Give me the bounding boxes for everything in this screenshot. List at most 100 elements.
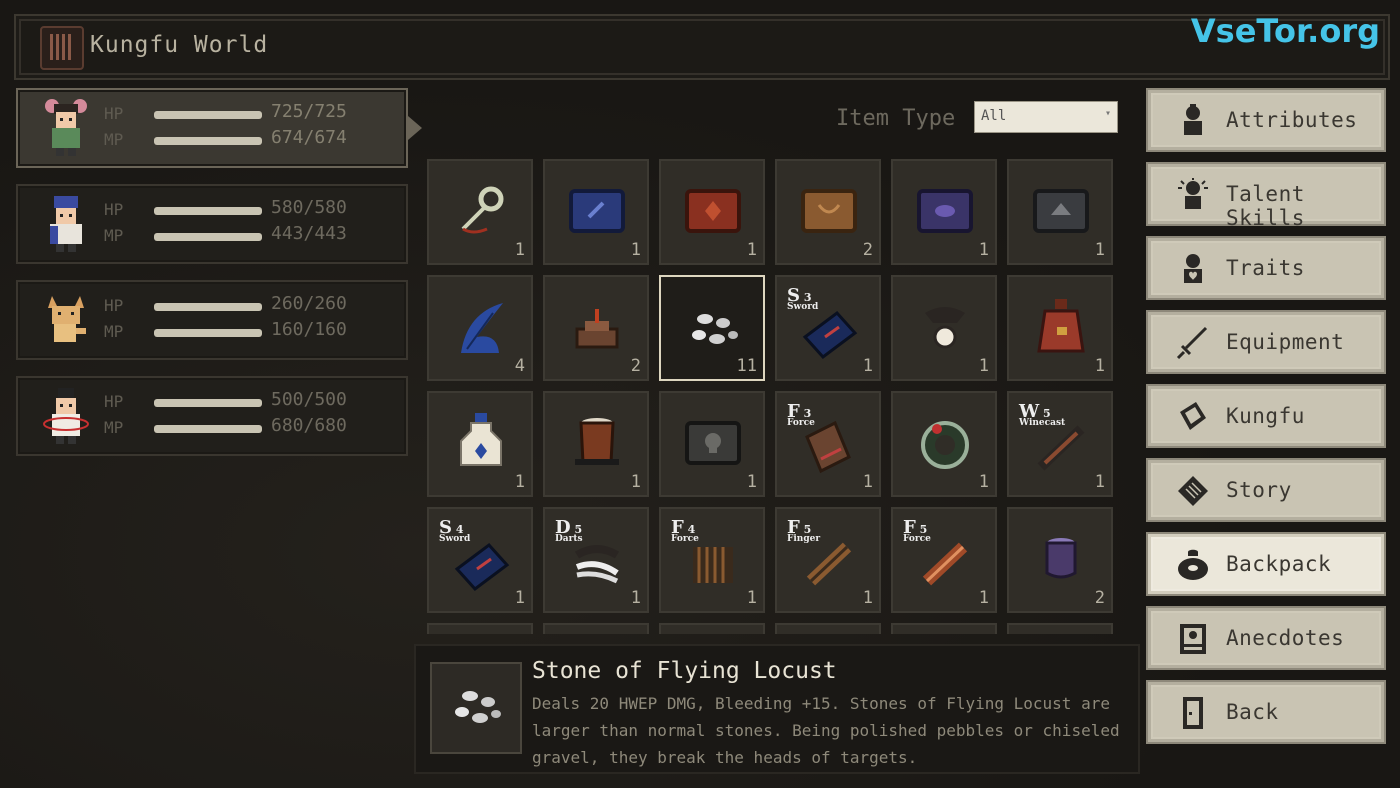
skill-tag: F 5 Finger (787, 517, 820, 544)
item-count: 2 (862, 240, 873, 260)
blue-feather-icon (461, 303, 503, 353)
inventory-slot[interactable]: 2 (775, 159, 881, 265)
hp-bar (154, 303, 262, 311)
inventory-slot[interactable] (543, 623, 649, 634)
item-count: 1 (746, 588, 757, 608)
hp-label: HP (104, 104, 124, 123)
inventory-slot[interactable]: 2 (1007, 507, 1113, 613)
blue-manual-icon (569, 189, 625, 233)
inventory-slot[interactable] (427, 623, 533, 634)
page-title: Kungfu World (90, 32, 269, 58)
inventory-grid: 1 1 1 2 1 1 4 2 11 S 3 Sword 1 1 1 1 1 1 F 3 Force 1 1 W 5 Win… (426, 158, 1116, 634)
item-count: 4 (514, 356, 525, 376)
party-member[interactable]: HP MP 580/580 443/443 (16, 184, 408, 264)
hp-value: 260/260 (271, 293, 347, 314)
inventory-slot[interactable]: 1 (543, 391, 649, 497)
mp-bar (154, 425, 262, 433)
inventory-slot[interactable]: 1 (1007, 275, 1113, 381)
inventory-slot[interactable]: F 5 Force 1 (891, 507, 997, 613)
item-count: 1 (630, 588, 641, 608)
tag-text: Darts (555, 534, 583, 544)
character-portrait-icon (45, 99, 87, 156)
inventory-slot[interactable]: F 3 Force 1 (775, 391, 881, 497)
party-member[interactable]: HP MP 725/725 674/674 (16, 88, 422, 168)
inventory-slot[interactable]: 1 (891, 391, 997, 497)
hp-value: 580/580 (271, 197, 347, 218)
menu-button-equipment[interactable]: Equipment (1146, 310, 1386, 374)
inventory-slot[interactable]: 1 (543, 159, 649, 265)
menu-button-anecdotes[interactable]: Anecdotes (1146, 606, 1386, 670)
item-count: 2 (1094, 588, 1105, 608)
rope-dart-icon (461, 186, 504, 234)
item-count: 1 (514, 472, 525, 492)
hp-value: 725/725 (271, 101, 347, 122)
party-member[interactable]: HP MP 500/500 680/680 (16, 376, 408, 456)
menu-button-backpack[interactable]: Backpack (1146, 532, 1386, 596)
menu-button-story[interactable]: Story (1146, 458, 1386, 522)
item-count: 1 (862, 356, 873, 376)
inventory-slot[interactable]: 1 (891, 159, 997, 265)
inventory-slot[interactable]: 1 (427, 159, 533, 265)
item-count: 1 (746, 472, 757, 492)
menu-button-attributes[interactable]: Attributes (1146, 88, 1386, 152)
item-count: 2 (630, 356, 641, 376)
inventory-slot[interactable]: 1 (427, 391, 533, 497)
mp-label: MP (104, 226, 124, 245)
talent-icon (1178, 178, 1208, 209)
menu-button-talent-skills[interactable]: Talent Skills (1146, 162, 1386, 230)
menu-label: Kungfu (1226, 404, 1305, 428)
incense-burner-icon (575, 309, 619, 349)
item-count: 1 (978, 588, 989, 608)
menu-button-back[interactable]: Back (1146, 680, 1386, 744)
item-count: 1 (1094, 356, 1105, 376)
watermark: VseTor.org (1190, 12, 1380, 50)
inventory-slot[interactable]: 1 (1007, 159, 1113, 265)
inventory-slot[interactable]: F 5 Finger 1 (775, 507, 881, 613)
sword-icon (1176, 326, 1208, 360)
skill-tag: S 3 Sword (787, 285, 818, 312)
item-count: 1 (630, 472, 641, 492)
hp-bar (154, 111, 262, 119)
tag-text: Winecast (1019, 418, 1066, 428)
inventory-slot[interactable]: F 4 Force 1 (659, 507, 765, 613)
inventory-slot[interactable]: S 3 Sword 1 (775, 275, 881, 381)
inventory-slot[interactable]: 1 (659, 391, 765, 497)
inventory-slot[interactable]: 2 (543, 275, 649, 381)
inventory-slot[interactable]: 4 (427, 275, 533, 381)
item-count: 1 (862, 588, 873, 608)
menu-button-kungfu[interactable]: Kungfu (1146, 384, 1386, 448)
inventory-slot[interactable]: 1 (891, 275, 997, 381)
brown-manual-icon (801, 189, 857, 233)
hp-bar (154, 207, 262, 215)
inventory-slot[interactable] (775, 623, 881, 634)
inventory-slot[interactable] (1007, 623, 1113, 634)
mp-bar (154, 137, 262, 145)
scroll-icon (1178, 476, 1208, 506)
inventory-slot[interactable]: S 4 Sword 1 (427, 507, 533, 613)
item-detail-title: Stone of Flying Locust (532, 658, 837, 684)
skill-tag: D 5 Darts (555, 517, 583, 544)
inventory-slot[interactable]: 11 (659, 275, 765, 381)
inventory-slot[interactable]: D 5 Darts 1 (543, 507, 649, 613)
amulet-icon (925, 307, 965, 349)
menu-button-traits[interactable]: Traits (1146, 236, 1386, 300)
party-member[interactable]: HP MP 260/260 160/160 (16, 280, 408, 360)
potion-bottle-icon (460, 413, 502, 466)
purple-jar-icon (1045, 538, 1077, 579)
inventory-slot[interactable] (891, 623, 997, 634)
item-detail-panel: Stone of Flying Locust Deals 20 HWEP DMG… (414, 644, 1140, 774)
tag-text: Force (671, 534, 699, 544)
tag-text: Finger (787, 534, 821, 544)
item-count: 1 (1094, 240, 1105, 260)
item-count: 11 (736, 356, 757, 376)
mp-label: MP (104, 130, 124, 149)
inventory-slot[interactable]: 1 (659, 159, 765, 265)
tag-text: Force (787, 418, 815, 428)
inventory-slot[interactable]: W 5 Winecast 1 (1007, 391, 1113, 497)
inventory-slot[interactable] (659, 623, 765, 634)
menu-label: Anecdotes (1226, 626, 1345, 650)
item-count: 1 (1094, 472, 1105, 492)
item-type-label: Item Type (836, 106, 956, 131)
item-count: 1 (978, 356, 989, 376)
item-type-dropdown[interactable]: All ▾ (974, 101, 1118, 133)
